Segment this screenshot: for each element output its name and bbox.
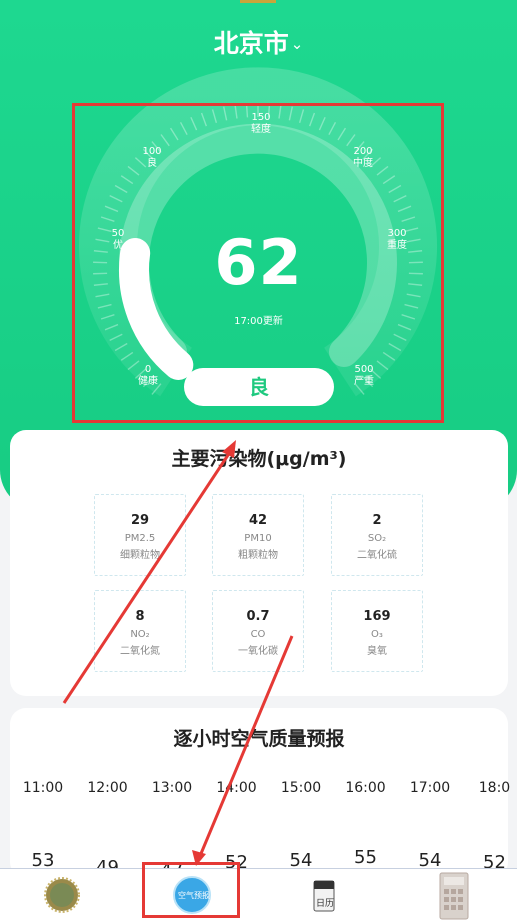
pollutant-code: SO₂: [367, 533, 387, 544]
forecast-hour: 17:00: [409, 780, 451, 796]
gauge-label-200: 200 中度: [353, 146, 373, 169]
annotation-box-tab: [142, 862, 240, 918]
pollutant-tile[interactable]: 2 SO₂ 二氧化硫: [331, 494, 423, 576]
forecast-hour: 12:00: [87, 780, 128, 796]
pollutant-code: NO₂: [130, 629, 150, 640]
tab-calendar[interactable]: 日历: [300, 869, 348, 921]
forecast-hour: 18:0: [478, 780, 511, 796]
forecast-hour: 15:00: [280, 780, 322, 796]
pollutant-value: 169: [363, 609, 391, 624]
forecast-title: 逐小时空气质量预报: [173, 728, 345, 750]
calculator-icon: [439, 872, 469, 920]
pollutant-tile[interactable]: 29 PM2.5 细颗粒物: [94, 494, 186, 576]
pollutant-code: PM10: [244, 533, 272, 544]
pollutant-value: 42: [248, 513, 268, 528]
pollutant-tile[interactable]: 0.7 CO 一氧化碳: [212, 590, 304, 672]
pollutant-name: 臭氧: [367, 646, 387, 657]
pollutant-tile[interactable]: 8 NO₂ 二氧化氮: [94, 590, 186, 672]
pollutant-tile[interactable]: 42 PM10 粗颗粒物: [212, 494, 304, 576]
bottom-tab-bar: 空气预报 日历: [0, 868, 517, 921]
tab-weather[interactable]: [30, 869, 94, 921]
forecast-hour: 16:00: [345, 780, 386, 796]
pollutant-value: 2: [372, 513, 382, 528]
forecast-hour: 14:00: [216, 780, 257, 796]
pollutant-value: 29: [130, 513, 150, 528]
gauge-label-100: 100 良: [142, 146, 162, 169]
pollutant-name: 二氧化硫: [357, 550, 397, 561]
forecast-hour: 13:00: [151, 780, 193, 796]
pollutant-code: PM2.5: [124, 533, 156, 544]
gauge-label-500: 500 严重: [354, 364, 374, 387]
pollutant-name: 一氧化碳: [238, 646, 278, 657]
calendar-icon: [313, 880, 335, 912]
pollutant-value: 0.7: [246, 609, 270, 624]
aqi-level-badge[interactable]: 良: [184, 368, 334, 406]
pollutants-title: 主要污染物(μg/m³): [171, 448, 347, 470]
pollutant-name: 粗颗粒物: [238, 550, 278, 561]
aqi-value: 62: [214, 226, 303, 299]
forecast-value: 55: [354, 847, 377, 868]
pollutant-code: O₃: [371, 629, 383, 640]
tab-calculator[interactable]: [430, 869, 478, 921]
gauge-label-0: 0 健康: [138, 364, 158, 387]
pollutant-value: 8: [135, 609, 145, 624]
pollutant-code: CO: [250, 629, 266, 640]
update-time: 17:00更新: [234, 316, 283, 327]
gauge-label-150: 150 轻度: [251, 112, 271, 135]
tab-calendar-label: 日历: [316, 899, 335, 909]
pollutant-tile[interactable]: 169 O₃ 臭氧: [331, 590, 423, 672]
weather-badge-icon: [44, 877, 80, 913]
pollutant-name: 二氧化氮: [120, 646, 160, 657]
pollutant-name: 细颗粒物: [120, 550, 160, 561]
forecast-hour: 11:00: [22, 780, 64, 796]
